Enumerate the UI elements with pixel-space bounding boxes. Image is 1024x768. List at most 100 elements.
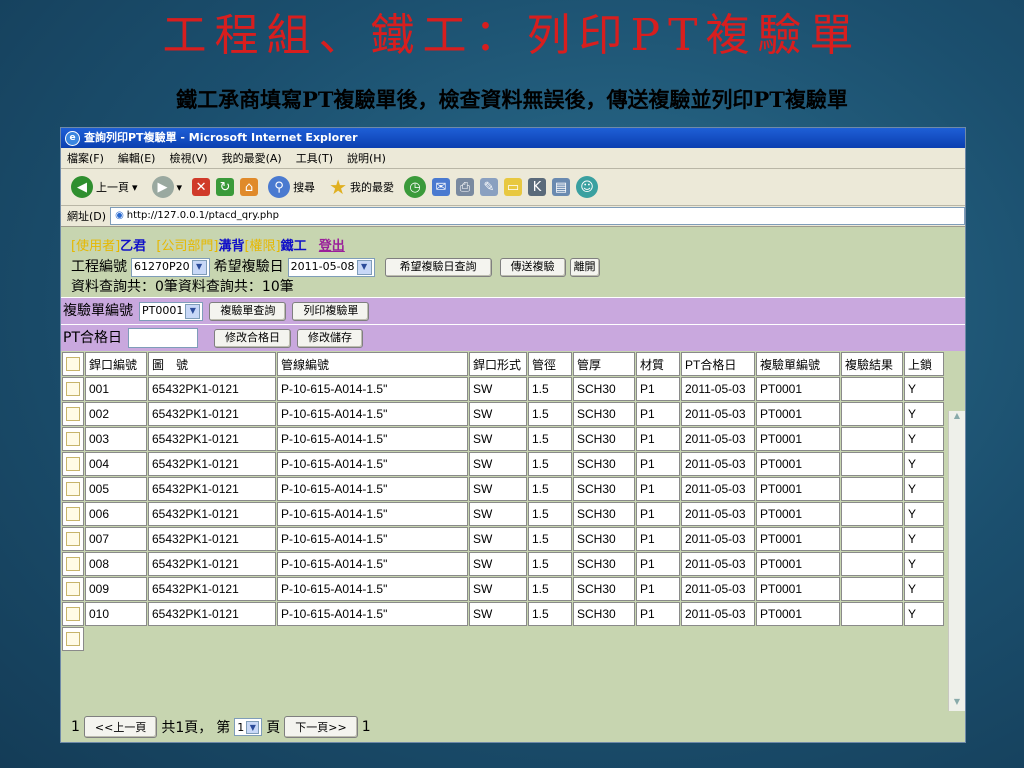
menu-edit[interactable]: 編輯(E) (118, 150, 156, 166)
table-cell: SCH30 (573, 402, 635, 426)
table-cell: SW (469, 377, 527, 401)
table-cell: 006 (85, 502, 147, 526)
table-cell (841, 377, 903, 401)
menu-file[interactable]: 檔案(F) (67, 150, 104, 166)
row-checkbox[interactable] (66, 632, 80, 647)
save-modify-button[interactable]: 修改儲存 (297, 328, 363, 348)
modify-pass-date-button[interactable]: 修改合格日 (214, 328, 291, 348)
table-cell: 2011-05-03 (681, 427, 755, 451)
edit-icon[interactable]: ✎ (480, 178, 498, 196)
row-checkbox[interactable] (66, 507, 80, 522)
leave-button[interactable]: 離開 (569, 257, 600, 277)
page-icon: ◉ (115, 210, 124, 221)
menu-tools[interactable]: 工具(T) (296, 150, 333, 166)
history-icon[interactable]: ◷ (404, 176, 426, 198)
table-row[interactable]: 005 65432PK1-0121 P-10-615-A014-1.5" SW 1.5 S… (62, 477, 944, 501)
table-cell: P1 (636, 552, 680, 576)
row-checkbox[interactable] (66, 582, 80, 597)
table-body: 001 65432PK1-0121 P-10-615-A014-1.5" SW 1.5 S… (62, 377, 944, 651)
k-icon[interactable]: K (528, 178, 546, 196)
table-cell: 1.5 (528, 577, 572, 601)
table-cell: PT0001 (756, 402, 840, 426)
stop-icon[interactable]: ✕ (192, 178, 211, 196)
table-row[interactable]: 003 65432PK1-0121 P-10-615-A014-1.5" SW 1.5 S… (62, 427, 944, 451)
table-cell: SCH30 (573, 452, 635, 476)
table-cell: 65432PK1-0121 (148, 577, 276, 601)
logout-link[interactable]: 登出 (319, 239, 345, 254)
table-row[interactable]: 004 65432PK1-0121 P-10-615-A014-1.5" SW 1.5 S… (62, 452, 944, 476)
forward-button[interactable]: ▶ ▾ (148, 174, 187, 200)
folder-icon[interactable]: ▭ (504, 178, 522, 196)
table-row[interactable]: 006 65432PK1-0121 P-10-615-A014-1.5" SW 1.5 S… (62, 502, 944, 526)
select-all-checkbox[interactable] (66, 357, 80, 372)
menu-help[interactable]: 說明(H) (347, 150, 386, 166)
table-cell: 65432PK1-0121 (148, 477, 276, 501)
table-row[interactable]: 007 65432PK1-0121 P-10-615-A014-1.5" SW 1.5 S… (62, 527, 944, 551)
send-retest-button[interactable]: 傳送複驗 (499, 257, 566, 277)
print-icon[interactable]: ⎙ (456, 178, 474, 196)
window-title: 查詢列印PT複驗單 - Microsoft Internet Explorer (84, 131, 358, 144)
address-input[interactable]: ◉ http://127.0.0.1/ptacd_qry.php (110, 207, 965, 225)
row-checkbox[interactable] (66, 607, 80, 622)
filter-row: 工程編號 61270P20 ▼ 希望複驗日 2011-05-08 ▼ 希望複驗日… (71, 257, 955, 277)
table-cell: PT0001 (756, 452, 840, 476)
retest-query-button[interactable]: 複驗單查詢 (209, 301, 287, 321)
table-cell: 65432PK1-0121 (148, 527, 276, 551)
row-checkbox[interactable] (66, 382, 80, 397)
favorites-button[interactable]: ★ 我的最愛 (325, 173, 398, 201)
col-material: 材質 (636, 352, 680, 376)
table-row[interactable]: 009 65432PK1-0121 P-10-615-A014-1.5" SW 1.5 S… (62, 577, 944, 601)
menu-favorites[interactable]: 我的最愛(A) (222, 150, 282, 166)
scrollbar[interactable]: ▲ ▼ (948, 411, 965, 711)
table-cell: P-10-615-A014-1.5" (277, 377, 468, 401)
retest-no-select[interactable]: PT0001 ▼ (139, 301, 204, 321)
row-checkbox[interactable] (66, 407, 80, 422)
next-page-button[interactable]: 下一頁>> (284, 716, 358, 738)
mail-icon[interactable]: ✉ (432, 178, 450, 196)
back-button[interactable]: ◀ 上一頁 ▾ (67, 174, 142, 200)
row-checkbox[interactable] (66, 557, 80, 572)
table-row[interactable]: 010 65432PK1-0121 P-10-615-A014-1.5" SW 1.5 S… (62, 602, 944, 626)
table-cell: Y (904, 477, 944, 501)
table-cell (841, 402, 903, 426)
table-cell (841, 552, 903, 576)
table-cell: P1 (636, 527, 680, 551)
prev-page-button[interactable]: <<上一頁 (83, 716, 158, 738)
table-cell: 65432PK1-0121 (148, 377, 276, 401)
weld-table: 銲口編號 圖 號 管線編號 銲口形式 管徑 管厚 材質 PT合格日 複驗單編號 … (61, 351, 945, 652)
menu-view[interactable]: 檢視(V) (169, 150, 207, 166)
col-pt-pass-date: PT合格日 (681, 352, 755, 376)
page-select[interactable]: 1 ▼ (234, 718, 263, 736)
row-select-cell (62, 602, 84, 626)
table-row[interactable]: 002 65432PK1-0121 P-10-615-A014-1.5" SW 1.5 S… (62, 402, 944, 426)
col-diameter: 管徑 (528, 352, 572, 376)
table-cell (841, 577, 903, 601)
print-retest-button[interactable]: 列印複驗單 (292, 301, 370, 321)
table-cell: P1 (636, 452, 680, 476)
search-button[interactable]: ⚲ 搜尋 (264, 174, 319, 200)
ie-icon: e (65, 130, 80, 146)
empty-row-filler (85, 627, 944, 651)
project-select[interactable]: 61270P20 ▼ (131, 257, 210, 277)
messenger-icon[interactable]: ☺ (576, 176, 598, 198)
date-select[interactable]: 2011-05-08 ▼ (287, 257, 375, 277)
row-checkbox[interactable] (66, 532, 80, 547)
row-checkbox[interactable] (66, 457, 80, 472)
row-checkbox[interactable] (66, 482, 80, 497)
home-icon[interactable]: ⌂ (240, 178, 259, 196)
date-query-button[interactable]: 希望複驗日查詢 (384, 257, 492, 277)
table-cell: 1.5 (528, 477, 572, 501)
scroll-up-icon[interactable]: ▲ (949, 411, 965, 425)
research-icon[interactable]: ▤ (552, 178, 570, 196)
scroll-down-icon[interactable]: ▼ (949, 697, 965, 711)
table-cell: P1 (636, 602, 680, 626)
table-cell: Y (904, 527, 944, 551)
refresh-icon[interactable]: ↻ (216, 178, 235, 196)
row-checkbox[interactable] (66, 432, 80, 447)
table-row[interactable]: 001 65432PK1-0121 P-10-615-A014-1.5" SW 1.5 S… (62, 377, 944, 401)
pass-date-input[interactable] (128, 328, 198, 348)
count-text: 資料查詢共：0筆資料查詢共：10筆 (71, 279, 294, 295)
table-cell: 65432PK1-0121 (148, 452, 276, 476)
table-row[interactable]: 008 65432PK1-0121 P-10-615-A014-1.5" SW 1.5 S… (62, 552, 944, 576)
table-cell: SW (469, 527, 527, 551)
